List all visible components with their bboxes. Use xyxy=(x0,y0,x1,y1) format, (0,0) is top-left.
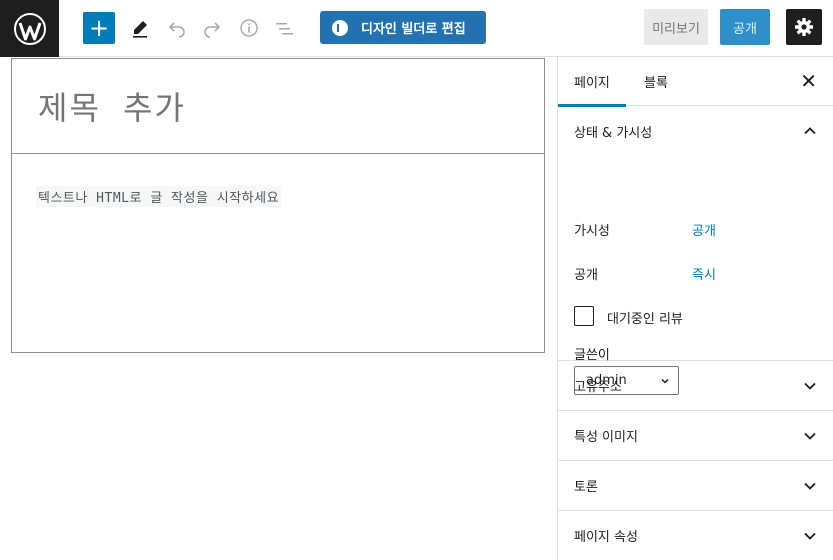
publish-date-toggle[interactable]: 즉시 xyxy=(692,264,716,283)
discussion-panel-toggle[interactable]: 토론 xyxy=(558,461,833,511)
tools-button[interactable] xyxy=(124,12,156,44)
elementor-edit-button[interactable]: 디자인 빌더로 편집 xyxy=(320,11,486,44)
editor-toolbar: + 디자인 빌더로 편집 미리보기 공개 xyxy=(0,0,833,57)
undo-button[interactable] xyxy=(161,12,193,44)
chevron-down-icon xyxy=(804,482,816,490)
pencil-icon xyxy=(133,21,147,38)
post-title-field[interactable]: 제목 추가 xyxy=(11,58,545,154)
publish-button[interactable]: 공개 xyxy=(720,9,770,45)
list-view-icon xyxy=(276,23,293,35)
pending-review-label[interactable]: 대기중인 리뷰 xyxy=(607,308,683,327)
content-placeholder: 텍스트나 HTML로 글 작성을 시작하세요 xyxy=(36,186,282,207)
visibility-label: 가시성 xyxy=(574,224,610,239)
redo-button[interactable] xyxy=(196,12,228,44)
page-attributes-panel-toggle[interactable]: 페이지 속성 xyxy=(558,511,833,560)
redo-icon xyxy=(204,22,221,38)
permalink-panel-title: 고유주소 xyxy=(574,380,622,395)
publish-date-label: 공개 xyxy=(574,268,598,283)
info-icon xyxy=(240,19,258,37)
list-view-button[interactable] xyxy=(268,12,300,44)
editor-canvas: 제목 추가 텍스트나 HTML로 글 작성을 시작하세요 xyxy=(0,57,557,560)
discussion-panel-title: 토론 xyxy=(574,480,598,495)
featured-image-panel-title: 특성 이미지 xyxy=(574,430,638,445)
title-placeholder: 제목 추가 xyxy=(38,89,186,127)
status-visibility-panel: 가시성 공개 공개 즉시 대기중인 리뷰 글쓴이 admin xyxy=(558,156,833,395)
details-button[interactable] xyxy=(233,12,265,44)
sidebar-tabs: 페이지 블록 ✕ xyxy=(558,57,833,107)
status-visibility-panel-toggle[interactable]: 상태 & 가시성 xyxy=(558,106,833,156)
settings-button[interactable] xyxy=(786,9,822,45)
status-panel-title: 상태 & 가시성 xyxy=(574,125,653,141)
chevron-down-icon xyxy=(804,382,816,390)
elementor-edit-label: 디자인 빌더로 편집 xyxy=(361,22,466,37)
tab-block[interactable]: 블록 xyxy=(644,57,668,106)
preview-button[interactable]: 미리보기 xyxy=(644,9,708,45)
settings-sidebar: 페이지 블록 ✕ 상태 & 가시성 가시성 공개 공개 즉시 대기중인 리뷰 글… xyxy=(557,57,833,560)
plus-icon: + xyxy=(88,14,110,42)
add-block-button[interactable]: + xyxy=(83,12,115,44)
chevron-up-icon xyxy=(804,127,816,135)
close-icon[interactable]: ✕ xyxy=(800,70,817,92)
pending-review-checkbox[interactable] xyxy=(574,306,594,326)
undo-icon xyxy=(168,22,185,38)
wordpress-logo-icon[interactable] xyxy=(0,0,59,57)
page-attributes-panel-title: 페이지 속성 xyxy=(574,530,638,545)
post-content-field[interactable]: 텍스트나 HTML로 글 작성을 시작하세요 xyxy=(11,153,545,353)
chevron-down-icon xyxy=(804,432,816,440)
elementor-icon xyxy=(332,19,348,36)
visibility-toggle[interactable]: 공개 xyxy=(692,220,716,239)
permalink-panel-toggle[interactable]: 고유주소 xyxy=(558,361,833,411)
featured-image-panel-toggle[interactable]: 특성 이미지 xyxy=(558,411,833,461)
chevron-down-icon xyxy=(804,532,816,540)
tab-page[interactable]: 페이지 xyxy=(558,57,626,107)
gear-icon xyxy=(795,18,813,36)
